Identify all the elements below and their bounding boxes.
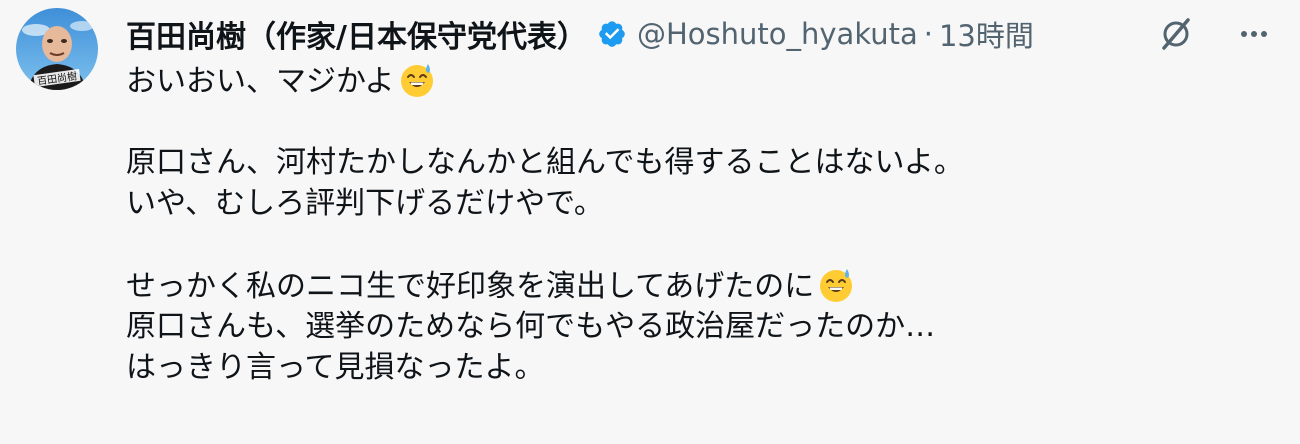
tweet-line: せっかく私のニコ生で好印象を演出してあげたのに [126, 265, 1276, 306]
tweet-header: 百田尚樹（作家/日本保守党代表） @Hoshuto_hyakuta · 13時間 [126, 12, 1034, 56]
grinning-face-with-sweat-icon [397, 60, 437, 100]
display-name[interactable]: 百田尚樹（作家/日本保守党代表） [126, 12, 587, 56]
avatar-image: 百田尚樹 [16, 8, 98, 90]
tweet-line: おいおい、マジかよ [126, 60, 1276, 101]
tweet-actions [1156, 14, 1274, 54]
tweet-line: はっきり言って見損なったよ。 [126, 350, 545, 385]
tweet-line: いや、むしろ評判下げるだけやで。 [126, 186, 604, 221]
tweet-text: おいおい、マジかよ 原口さん、河村たかしなんかと組んでも得することはないよ。 い… [126, 60, 1276, 388]
grinning-face-with-sweat-icon [816, 265, 856, 305]
tweet-line: 原口さん、河村たかしなんかと組んでも得することはないよ。 [126, 145, 964, 180]
separator-dot: · [923, 17, 933, 51]
tweet-line: 原口さんも、選挙のためなら何でもやる政治屋だったのか… [126, 309, 936, 344]
user-handle[interactable]: @Hoshuto_hyakuta [637, 17, 918, 51]
timestamp[interactable]: 13時間 [939, 13, 1034, 55]
more-button[interactable] [1234, 14, 1274, 54]
grok-icon [1162, 18, 1190, 50]
more-icon [1241, 31, 1267, 37]
verified-badge-icon [597, 19, 627, 49]
grok-button[interactable] [1156, 14, 1196, 54]
tweet: 百田尚樹 百田尚樹（作家/日本保守党代表） @Hoshuto_hyakuta ·… [0, 0, 1300, 444]
avatar[interactable]: 百田尚樹 [16, 8, 98, 90]
